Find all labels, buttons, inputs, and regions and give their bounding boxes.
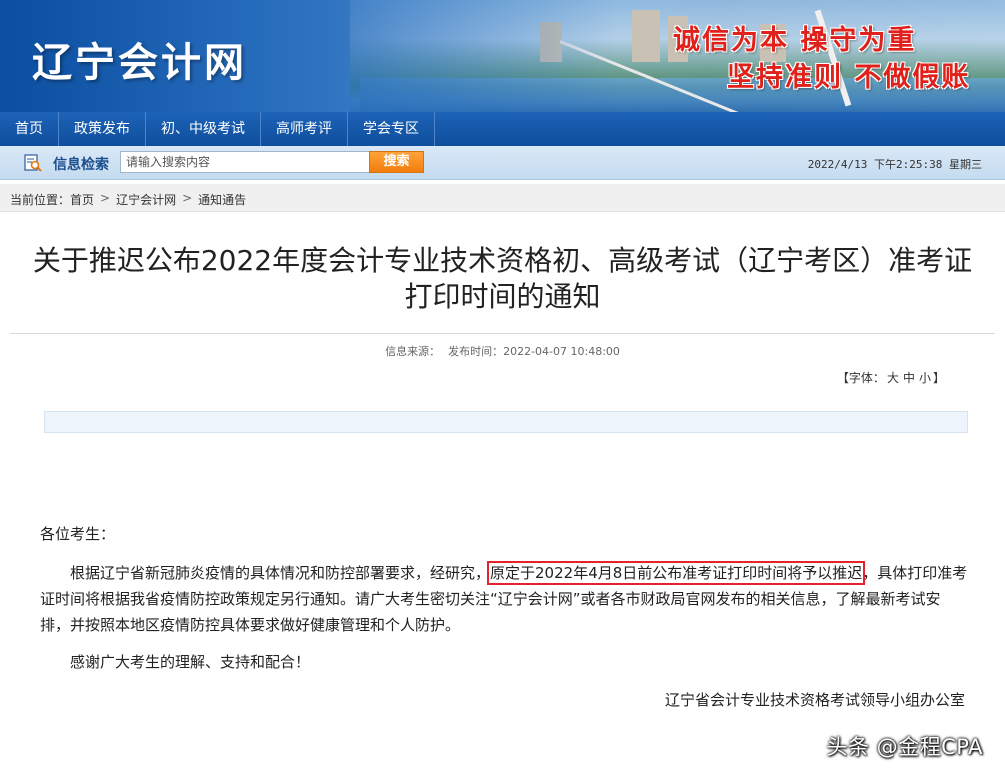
published-label: 发布时间： [448, 345, 504, 358]
slogan-line-1: 诚信为本 操守为重 [673, 25, 917, 56]
search-label: 信息检索 [53, 157, 109, 173]
breadcrumb-prefix: 当前位置： [10, 193, 71, 207]
breadcrumb-site[interactable]: 辽宁会计网 [116, 191, 176, 208]
article-paragraph: 根据辽宁省新冠肺炎疫情的具体情况和防控部署要求，经研究，原定于2022年4月8日… [40, 560, 970, 638]
font-size-suffix: 】 [932, 371, 945, 385]
nav-item-exam[interactable]: 初、中级考试 [146, 112, 261, 146]
font-size-switcher: 【字体：大中小】 [837, 369, 945, 386]
slogan-line-2: 坚持准则 不做假账 [727, 62, 971, 93]
font-size-medium[interactable]: 中 [903, 371, 915, 385]
source-label: 信息来源： [385, 345, 441, 358]
highlighted-text: 原定于2022年4月8日前公布准考证打印时间将予以推迟 [487, 561, 866, 585]
search-icon [24, 154, 42, 172]
breadcrumb-home[interactable]: 首页 [70, 191, 94, 208]
search-bar: 信息检索 搜索 2022/4/13 下午2:25:38 星期三 [0, 146, 1005, 180]
breadcrumb-separator: > [100, 191, 111, 205]
nav-item-policy[interactable]: 政策发布 [59, 112, 146, 146]
breadcrumb-bar: 当前位置： 首页 > 辽宁会计网 > 通知通告 [0, 184, 1005, 212]
breadcrumb-separator: > [182, 191, 193, 205]
paragraph-text: 根据辽宁省新冠肺炎疫情的具体情况和防控部署要求，经研究， [70, 564, 491, 582]
article-signature: 辽宁省会计专业技术资格考试领导小组办公室 [664, 691, 965, 709]
article-greeting: 各位考生： [40, 525, 116, 543]
published-time: 2022-04-07 10:48:00 [503, 345, 620, 358]
title-divider [10, 333, 995, 334]
main-nav: 首页 政策发布 初、中级考试 高师考评 学会专区 [0, 112, 1005, 146]
banner-building [632, 10, 660, 62]
site-banner: 辽宁会计网 诚信为本 操守为重 坚持准则 不做假账 [0, 0, 1005, 112]
article-info-strip [44, 411, 968, 433]
breadcrumb: 当前位置： 首页 > 辽宁会计网 > 通知通告 [10, 191, 246, 208]
nav-item-home[interactable]: 首页 [0, 112, 59, 146]
breadcrumb-notices[interactable]: 通知通告 [198, 191, 246, 208]
watermark: 头条 @金程CPA [826, 735, 983, 759]
nav-item-society[interactable]: 学会专区 [348, 112, 435, 146]
current-datetime: 2022/4/13 下午2:25:38 星期三 [807, 158, 982, 171]
search-input[interactable] [120, 151, 370, 173]
article-thanks: 感谢广大考生的理解、支持和配合！ [70, 653, 311, 671]
font-size-prefix: 【字体： [836, 371, 885, 385]
font-size-small[interactable]: 小 [919, 371, 931, 385]
article-title: 关于推迟公布2022年度会计专业技术资格初、高级考试（辽宁考区）准考证打印时间的… [32, 244, 973, 313]
font-size-large[interactable]: 大 [887, 371, 899, 385]
site-logo[interactable]: 辽宁会计网 [32, 30, 247, 88]
article-meta: 信息来源： 发布时间：2022-04-07 10:48:00 [0, 343, 1005, 359]
search-button[interactable]: 搜索 [369, 151, 424, 173]
nav-item-senior-review[interactable]: 高师考评 [261, 112, 348, 146]
